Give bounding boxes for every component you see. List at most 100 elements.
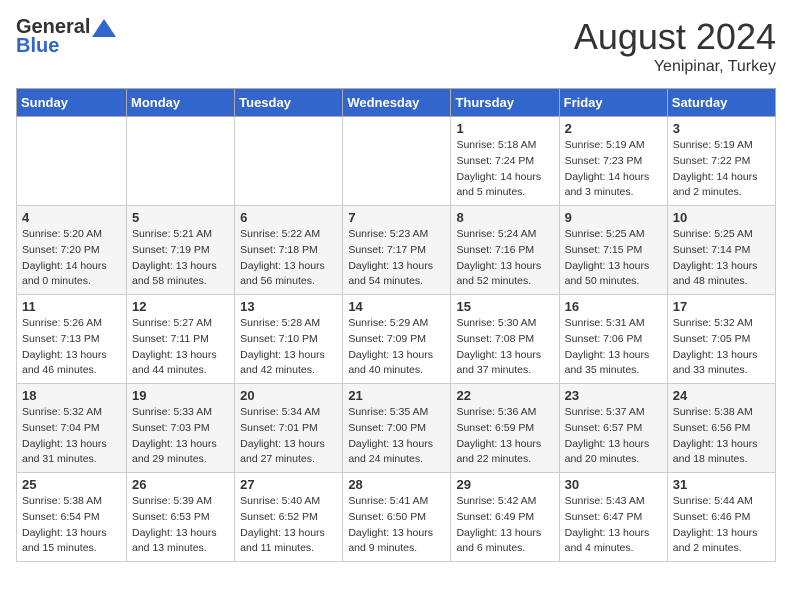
day-number: 6 [240, 210, 337, 225]
calendar-cell: 13 Sunrise: 5:28 AM Sunset: 7:10 PM Dayli… [235, 295, 343, 384]
day-info: Sunrise: 5:30 AM Sunset: 7:08 PM Dayligh… [456, 316, 553, 379]
day-number: 8 [456, 210, 553, 225]
calendar-cell [343, 117, 451, 206]
day-number: 16 [565, 299, 662, 314]
day-info: Sunrise: 5:20 AM Sunset: 7:20 PM Dayligh… [22, 227, 121, 290]
calendar-cell: 11 Sunrise: 5:26 AM Sunset: 7:13 PM Dayli… [17, 295, 127, 384]
calendar-cell: 30 Sunrise: 5:43 AM Sunset: 6:47 PM Dayli… [559, 473, 667, 562]
header-cell-thursday: Thursday [451, 89, 559, 117]
day-info: Sunrise: 5:25 AM Sunset: 7:14 PM Dayligh… [673, 227, 770, 290]
location-subtitle: Yenipinar, Turkey [574, 58, 776, 76]
day-info: Sunrise: 5:18 AM Sunset: 7:24 PM Dayligh… [456, 138, 553, 201]
calendar-cell: 9 Sunrise: 5:25 AM Sunset: 7:15 PM Daylig… [559, 206, 667, 295]
day-number: 5 [132, 210, 229, 225]
calendar-cell: 26 Sunrise: 5:39 AM Sunset: 6:53 PM Dayli… [127, 473, 235, 562]
calendar-cell: 3Sunrise: 5:19 AM Sunset: 7:22 PM Daylig… [667, 117, 775, 206]
calendar-cell: 10 Sunrise: 5:25 AM Sunset: 7:14 PM Dayli… [667, 206, 775, 295]
calendar-cell: 2 Sunrise: 5:19 AM Sunset: 7:23 PM Daylig… [559, 117, 667, 206]
day-number: 14 [348, 299, 445, 314]
calendar-week-row: 18 Sunrise: 5:32 AM Sunset: 7:04 PM Dayli… [17, 384, 776, 473]
day-info: Sunrise: 5:28 AM Sunset: 7:10 PM Dayligh… [240, 316, 337, 379]
header-cell-monday: Monday [127, 89, 235, 117]
calendar-cell: 19 Sunrise: 5:33 AM Sunset: 7:03 PM Dayli… [127, 384, 235, 473]
day-number: 2 [565, 121, 662, 136]
day-info: Sunrise: 5:25 AM Sunset: 7:15 PM Dayligh… [565, 227, 662, 290]
calendar-cell [17, 117, 127, 206]
day-info: Sunrise: 5:21 AM Sunset: 7:19 PM Dayligh… [132, 227, 229, 290]
day-info: Sunrise: 5:31 AM Sunset: 7:06 PM Dayligh… [565, 316, 662, 379]
logo: General Blue [16, 16, 116, 58]
logo-icon [92, 19, 116, 37]
day-info: Sunrise: 5:42 AM Sunset: 6:49 PM Dayligh… [456, 494, 553, 557]
day-info: Sunrise: 5:33 AM Sunset: 7:03 PM Dayligh… [132, 405, 229, 468]
header-cell-saturday: Saturday [667, 89, 775, 117]
day-info: Sunrise: 5:23 AM Sunset: 7:17 PM Dayligh… [348, 227, 445, 290]
day-info: Sunrise: 5:38 AM Sunset: 6:54 PM Dayligh… [22, 494, 121, 557]
calendar-table: SundayMondayTuesdayWednesdayThursdayFrid… [16, 88, 776, 562]
day-info: Sunrise: 5:19 AM Sunset: 7:23 PM Dayligh… [565, 138, 662, 201]
calendar-cell: 4 Sunrise: 5:20 AM Sunset: 7:20 PM Daylig… [17, 206, 127, 295]
day-info: Sunrise: 5:43 AM Sunset: 6:47 PM Dayligh… [565, 494, 662, 557]
calendar-cell: 24Sunrise: 5:38 AM Sunset: 6:56 PM Dayli… [667, 384, 775, 473]
calendar-cell: 16 Sunrise: 5:31 AM Sunset: 7:06 PM Dayli… [559, 295, 667, 384]
day-number: 29 [456, 477, 553, 492]
day-number: 22 [456, 388, 553, 403]
day-number: 4 [22, 210, 121, 225]
day-number: 17 [673, 299, 770, 314]
calendar-cell: 27 Sunrise: 5:40 AM Sunset: 6:52 PM Dayli… [235, 473, 343, 562]
calendar-cell: 6 Sunrise: 5:22 AM Sunset: 7:18 PM Daylig… [235, 206, 343, 295]
day-number: 30 [565, 477, 662, 492]
day-info: Sunrise: 5:24 AM Sunset: 7:16 PM Dayligh… [456, 227, 553, 290]
calendar-cell: 25 Sunrise: 5:38 AM Sunset: 6:54 PM Dayli… [17, 473, 127, 562]
day-number: 27 [240, 477, 337, 492]
header-cell-tuesday: Tuesday [235, 89, 343, 117]
calendar-cell: 28 Sunrise: 5:41 AM Sunset: 6:50 PM Dayli… [343, 473, 451, 562]
calendar-cell: 22 Sunrise: 5:36 AM Sunset: 6:59 PM Dayli… [451, 384, 559, 473]
day-info: Sunrise: 5:39 AM Sunset: 6:53 PM Dayligh… [132, 494, 229, 557]
day-info: Sunrise: 5:34 AM Sunset: 7:01 PM Dayligh… [240, 405, 337, 468]
day-info: Sunrise: 5:35 AM Sunset: 7:00 PM Dayligh… [348, 405, 445, 468]
day-number: 15 [456, 299, 553, 314]
day-info: Sunrise: 5:36 AM Sunset: 6:59 PM Dayligh… [456, 405, 553, 468]
calendar-cell: 12 Sunrise: 5:27 AM Sunset: 7:11 PM Dayli… [127, 295, 235, 384]
calendar-cell: 17 Sunrise: 5:32 AM Sunset: 7:05 PM Dayli… [667, 295, 775, 384]
title-block: August 2024 Yenipinar, Turkey [574, 16, 776, 76]
day-info: Sunrise: 5:40 AM Sunset: 6:52 PM Dayligh… [240, 494, 337, 557]
day-number: 13 [240, 299, 337, 314]
calendar-header-row: SundayMondayTuesdayWednesdayThursdayFrid… [17, 89, 776, 117]
month-year-title: August 2024 [574, 16, 776, 58]
calendar-body: 1 Sunrise: 5:18 AM Sunset: 7:24 PM Daylig… [17, 117, 776, 562]
logo-blue-text: Blue [16, 35, 59, 58]
day-number: 18 [22, 388, 121, 403]
day-info: Sunrise: 5:41 AM Sunset: 6:50 PM Dayligh… [348, 494, 445, 557]
day-number: 28 [348, 477, 445, 492]
day-number: 9 [565, 210, 662, 225]
day-number: 25 [22, 477, 121, 492]
calendar-cell: 23Sunrise: 5:37 AM Sunset: 6:57 PM Dayli… [559, 384, 667, 473]
day-info: Sunrise: 5:27 AM Sunset: 7:11 PM Dayligh… [132, 316, 229, 379]
day-number: 21 [348, 388, 445, 403]
day-info: Sunrise: 5:44 AM Sunset: 6:46 PM Dayligh… [673, 494, 770, 557]
calendar-cell: 14Sunrise: 5:29 AM Sunset: 7:09 PM Dayli… [343, 295, 451, 384]
day-info: Sunrise: 5:22 AM Sunset: 7:18 PM Dayligh… [240, 227, 337, 290]
calendar-cell: 18 Sunrise: 5:32 AM Sunset: 7:04 PM Dayli… [17, 384, 127, 473]
calendar-cell: 8 Sunrise: 5:24 AM Sunset: 7:16 PM Daylig… [451, 206, 559, 295]
day-number: 12 [132, 299, 229, 314]
day-number: 11 [22, 299, 121, 314]
day-info: Sunrise: 5:38 AM Sunset: 6:56 PM Dayligh… [673, 405, 770, 468]
day-number: 1 [456, 121, 553, 136]
calendar-cell: 5 Sunrise: 5:21 AM Sunset: 7:19 PM Daylig… [127, 206, 235, 295]
calendar-cell: 20 Sunrise: 5:34 AM Sunset: 7:01 PM Dayli… [235, 384, 343, 473]
day-number: 10 [673, 210, 770, 225]
day-info: Sunrise: 5:32 AM Sunset: 7:05 PM Dayligh… [673, 316, 770, 379]
day-number: 31 [673, 477, 770, 492]
calendar-cell: 21 Sunrise: 5:35 AM Sunset: 7:00 PM Dayli… [343, 384, 451, 473]
calendar-cell: 15 Sunrise: 5:30 AM Sunset: 7:08 PM Dayli… [451, 295, 559, 384]
day-info: Sunrise: 5:32 AM Sunset: 7:04 PM Dayligh… [22, 405, 121, 468]
calendar-cell: 29 Sunrise: 5:42 AM Sunset: 6:49 PM Dayli… [451, 473, 559, 562]
day-number: 26 [132, 477, 229, 492]
day-info: Sunrise: 5:26 AM Sunset: 7:13 PM Dayligh… [22, 316, 121, 379]
day-number: 19 [132, 388, 229, 403]
day-number: 20 [240, 388, 337, 403]
calendar-cell: 31 Sunrise: 5:44 AM Sunset: 6:46 PM Dayli… [667, 473, 775, 562]
